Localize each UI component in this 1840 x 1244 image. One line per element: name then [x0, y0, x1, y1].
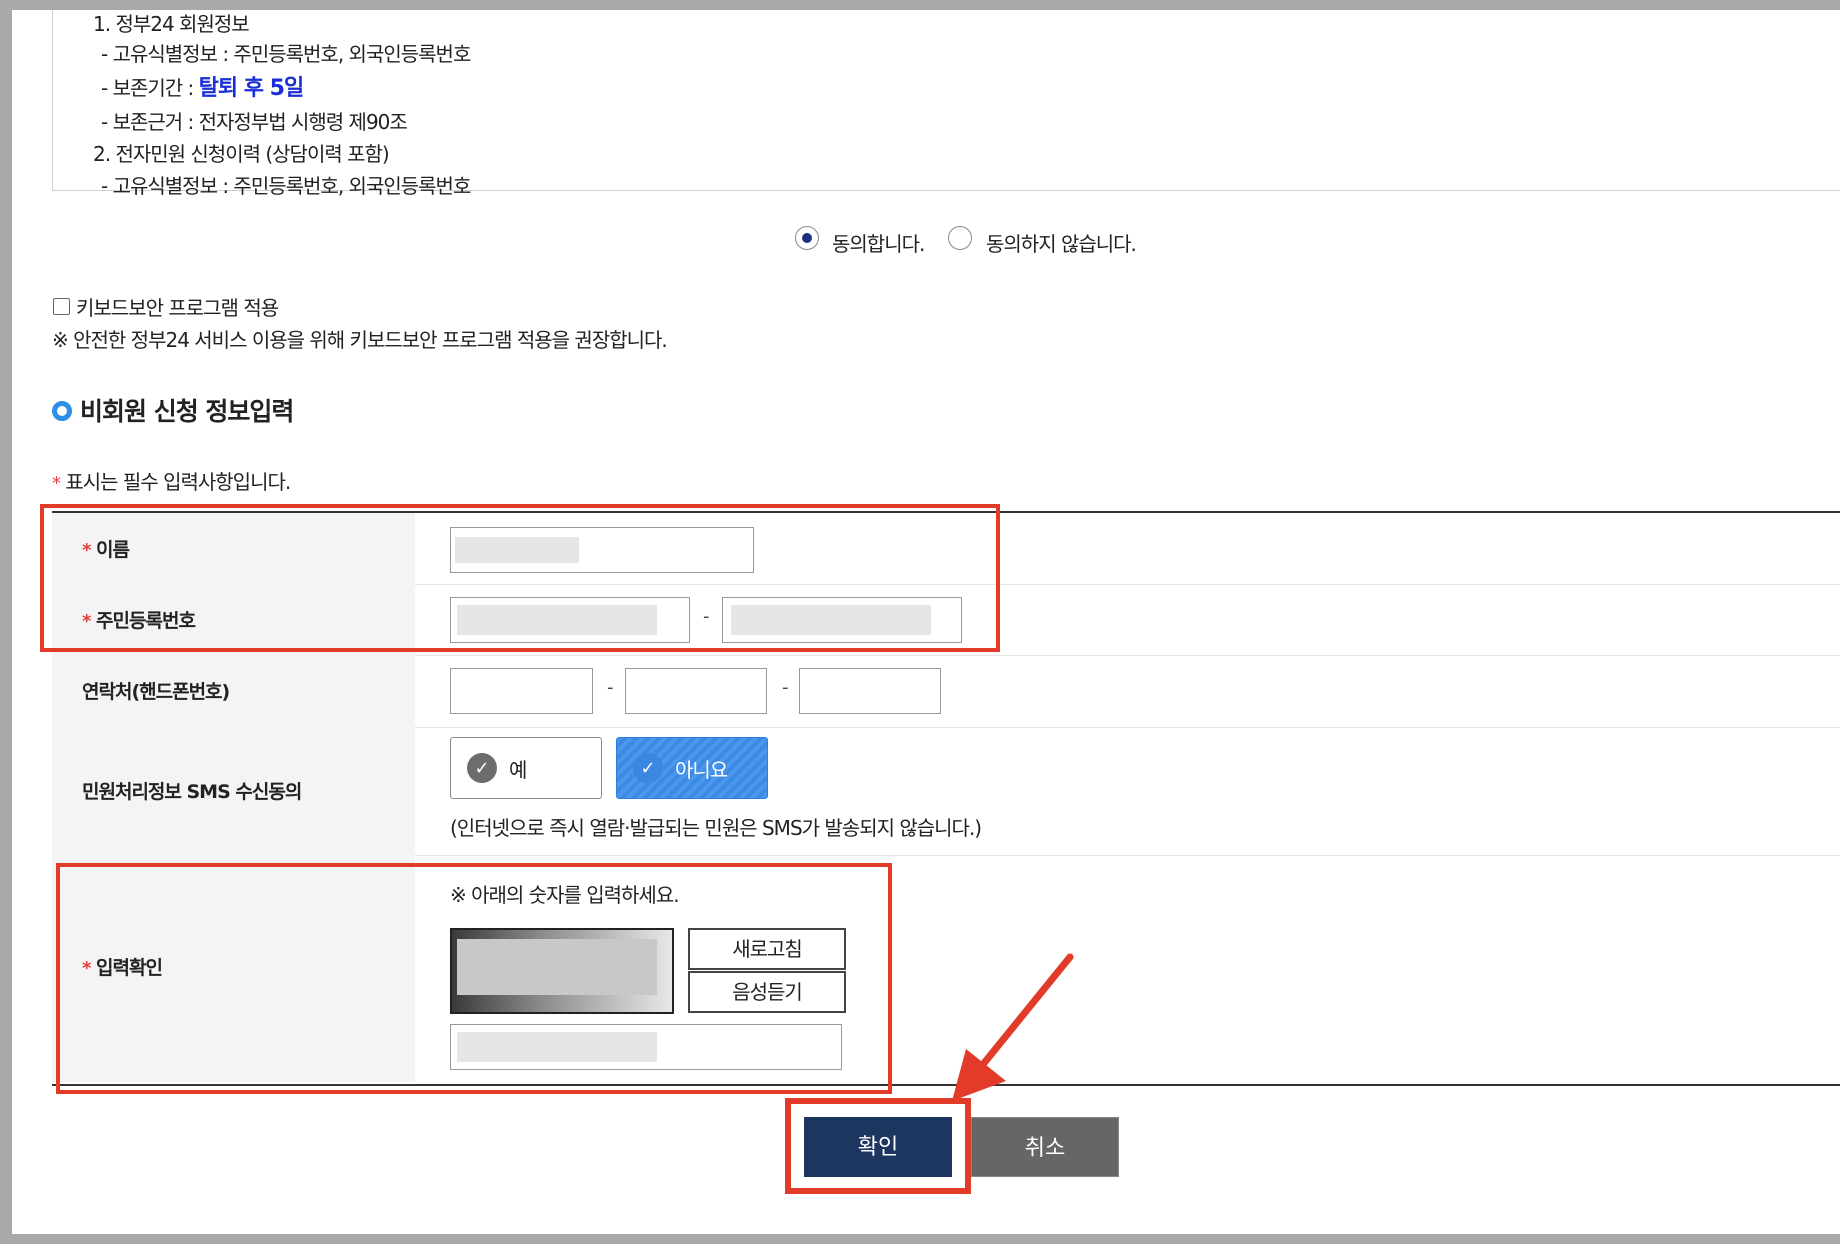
confirm-button[interactable]: 확인	[804, 1117, 952, 1177]
terms-line: - 보존기간 : 탈퇴 후 5일	[101, 70, 305, 102]
check-icon: ✓	[467, 753, 497, 783]
sms-label: 민원처리정보 SMS 수신동의	[82, 781, 302, 803]
sms-no-button[interactable]: ✓ 아니요	[616, 737, 768, 799]
terms-line: - 고유식별정보 : 주민등록번호, 외국인등록번호	[101, 42, 471, 66]
required-star-icon: *	[52, 473, 61, 494]
cancel-button[interactable]: 취소	[971, 1117, 1119, 1177]
annotation-arrow-icon	[952, 953, 1074, 1101]
sms-row: 민원처리정보 SMS 수신동의 ✓ 예 ✓ 아니요 (인터넷으로 즉시 열람·발…	[52, 727, 1840, 856]
keyboard-security-label[interactable]: 키보드보안 프로그램 적용	[76, 292, 279, 321]
terms-line: - 고유식별정보 : 주민등록번호, 외국인등록번호	[101, 174, 471, 198]
agree-yes-radio[interactable]	[795, 226, 819, 250]
separator-dash: -	[782, 677, 789, 698]
section-bullet-icon	[52, 401, 72, 421]
annotation-box-captcha	[56, 863, 892, 1094]
phone-row: 연락처(핸드폰번호) - -	[52, 655, 1840, 728]
agree-no-radio[interactable]	[948, 226, 972, 250]
sms-yes-button[interactable]: ✓ 예	[450, 737, 602, 799]
page-frame: 1. 정부24 회원정보 - 고유식별정보 : 주민등록번호, 외국인등록번호 …	[12, 10, 1840, 1234]
phone-part1-input[interactable]	[450, 668, 593, 714]
annotation-box-identity	[40, 504, 1000, 652]
agree-yes-label[interactable]: 동의합니다.	[832, 228, 925, 257]
required-note-text: 표시는 필수 입력사항입니다.	[65, 470, 291, 494]
keyboard-security-checkbox[interactable]	[53, 298, 70, 315]
required-note: * 표시는 필수 입력사항입니다.	[52, 466, 291, 495]
separator-dash: -	[607, 677, 614, 698]
terms-retention-label: - 보존기간 :	[101, 76, 199, 100]
terms-line: - 보존근거 : 전자정부법 시행령 제90조	[101, 110, 408, 134]
keyboard-security-note: ※ 안전한 정부24 서비스 이용을 위해 키보드보안 프로그램 적용을 권장합…	[52, 328, 668, 352]
phone-part2-input[interactable]	[625, 668, 767, 714]
sms-note: (인터넷으로 즉시 열람·발급되는 민원은 SMS가 발송되지 않습니다.)	[450, 816, 982, 840]
terms-line: 1. 정부24 회원정보	[93, 12, 250, 36]
agree-no-label[interactable]: 동의하지 않습니다.	[986, 228, 1137, 257]
check-icon: ✓	[633, 753, 663, 783]
terms-box: 1. 정부24 회원정보 - 고유식별정보 : 주민등록번호, 외국인등록번호 …	[52, 10, 1840, 198]
section-title: 비회원 신청 정보입력	[80, 397, 294, 426]
phone-part3-input[interactable]	[799, 668, 941, 714]
phone-label: 연락처(핸드폰번호)	[82, 681, 230, 703]
terms-line: 2. 전자민원 신청이력 (상담이력 포함)	[93, 142, 390, 166]
terms-retention-highlight: 탈퇴 후 5일	[198, 76, 305, 101]
